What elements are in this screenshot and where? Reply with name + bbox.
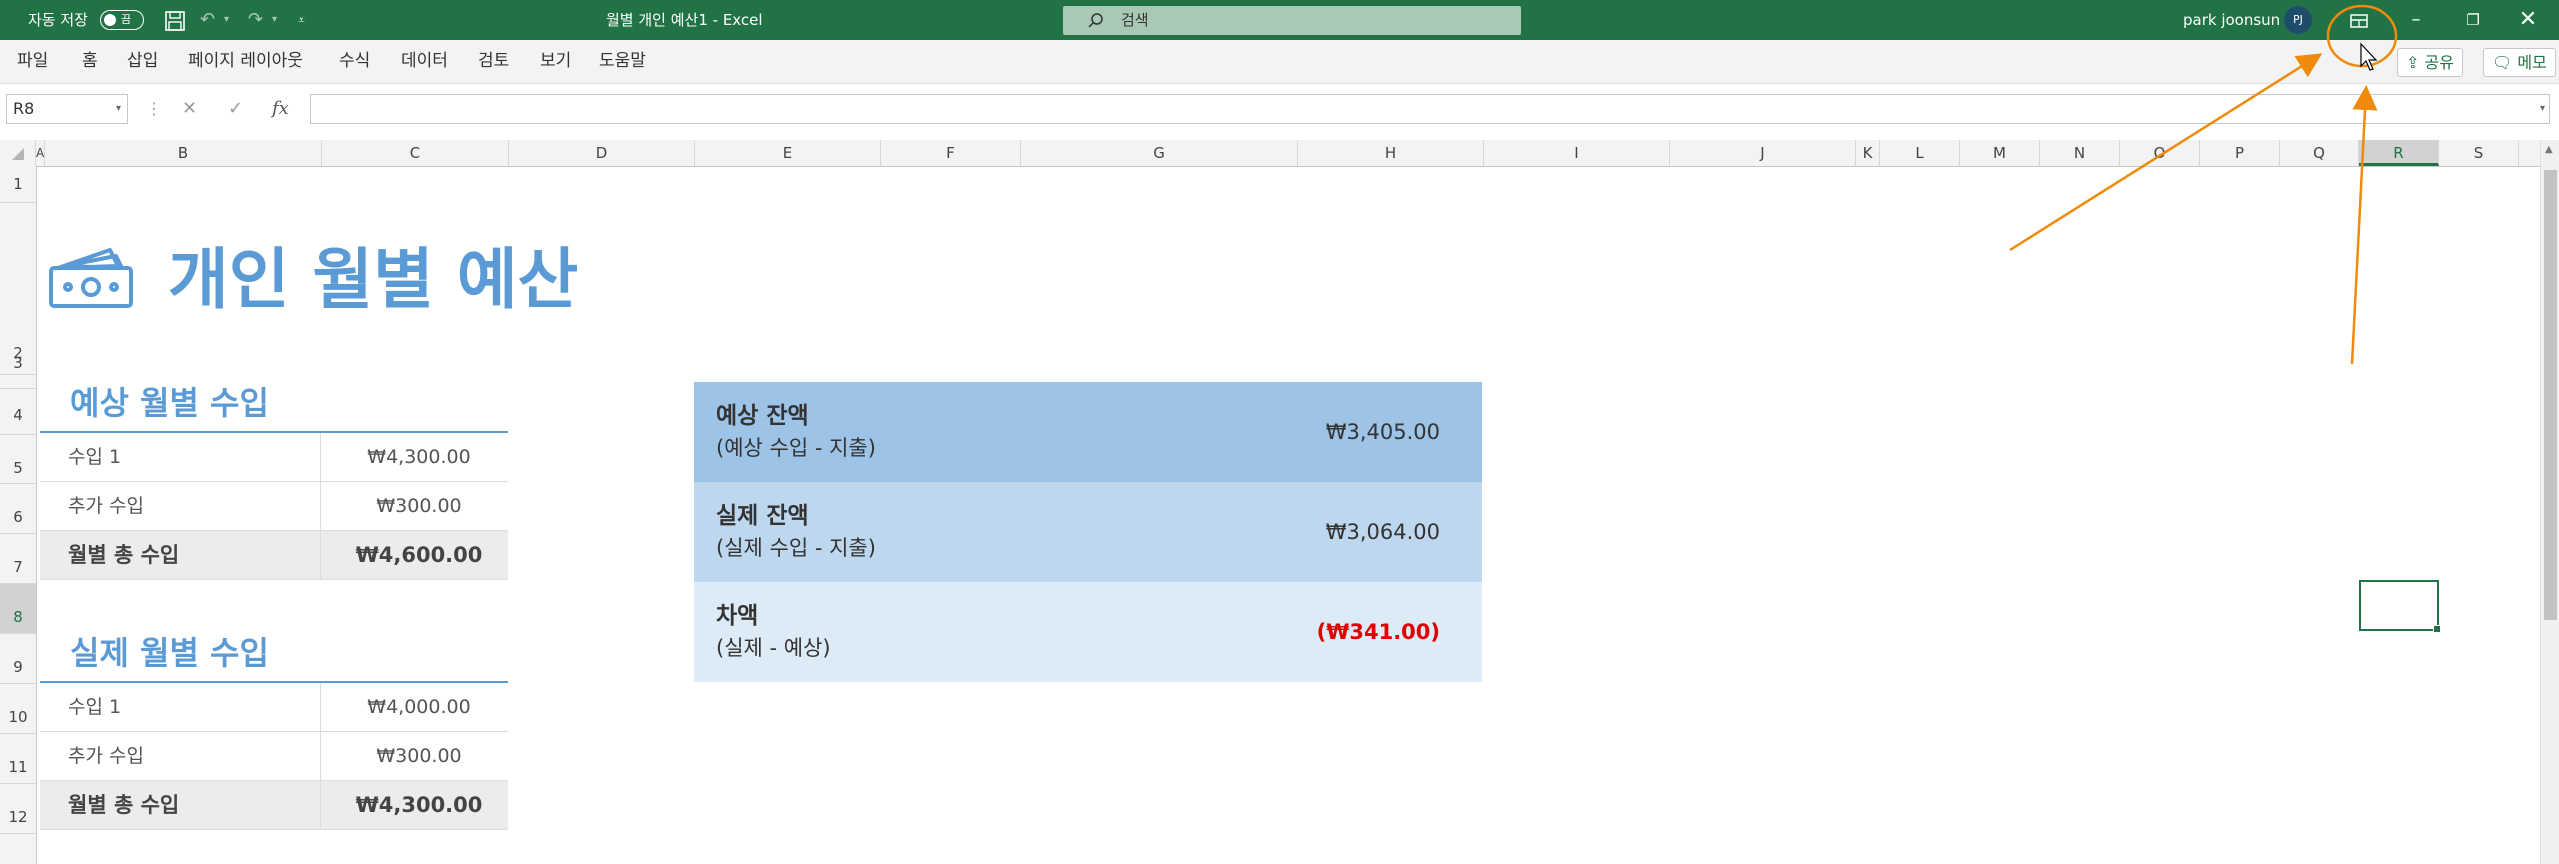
annotation-arrow xyxy=(2350,85,2378,365)
annotation-arrow xyxy=(2009,53,2323,252)
annotation-overlay xyxy=(2009,4,2398,365)
